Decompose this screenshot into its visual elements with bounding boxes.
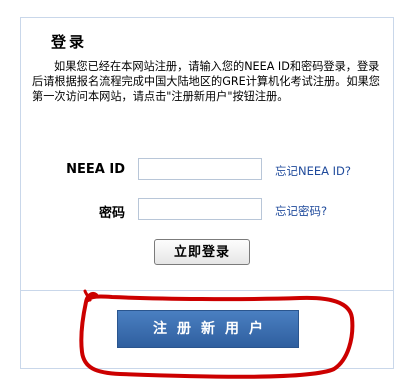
neea-id-label: NEEA ID <box>66 162 125 177</box>
login-panel: 登录 如果您已经在本网站注册，请输入您的NEEA ID和密码登录，登录后请根据报… <box>20 17 394 369</box>
register-new-user-button[interactable]: 注册新用户 <box>117 310 299 348</box>
password-input[interactable] <box>138 198 262 220</box>
page-title: 登录 <box>51 33 88 51</box>
neea-id-input[interactable] <box>138 158 262 180</box>
divider <box>21 290 393 291</box>
forgot-password-link[interactable]: 忘记密码? <box>275 203 327 219</box>
login-instructions: 如果您已经在本网站注册，请输入您的NEEA ID和密码登录，登录后请根据报名流程… <box>32 60 380 103</box>
password-label: 密码 <box>98 206 125 221</box>
login-button[interactable]: 立即登录 <box>154 239 250 265</box>
forgot-neea-id-link[interactable]: 忘记NEEA ID? <box>275 163 351 179</box>
